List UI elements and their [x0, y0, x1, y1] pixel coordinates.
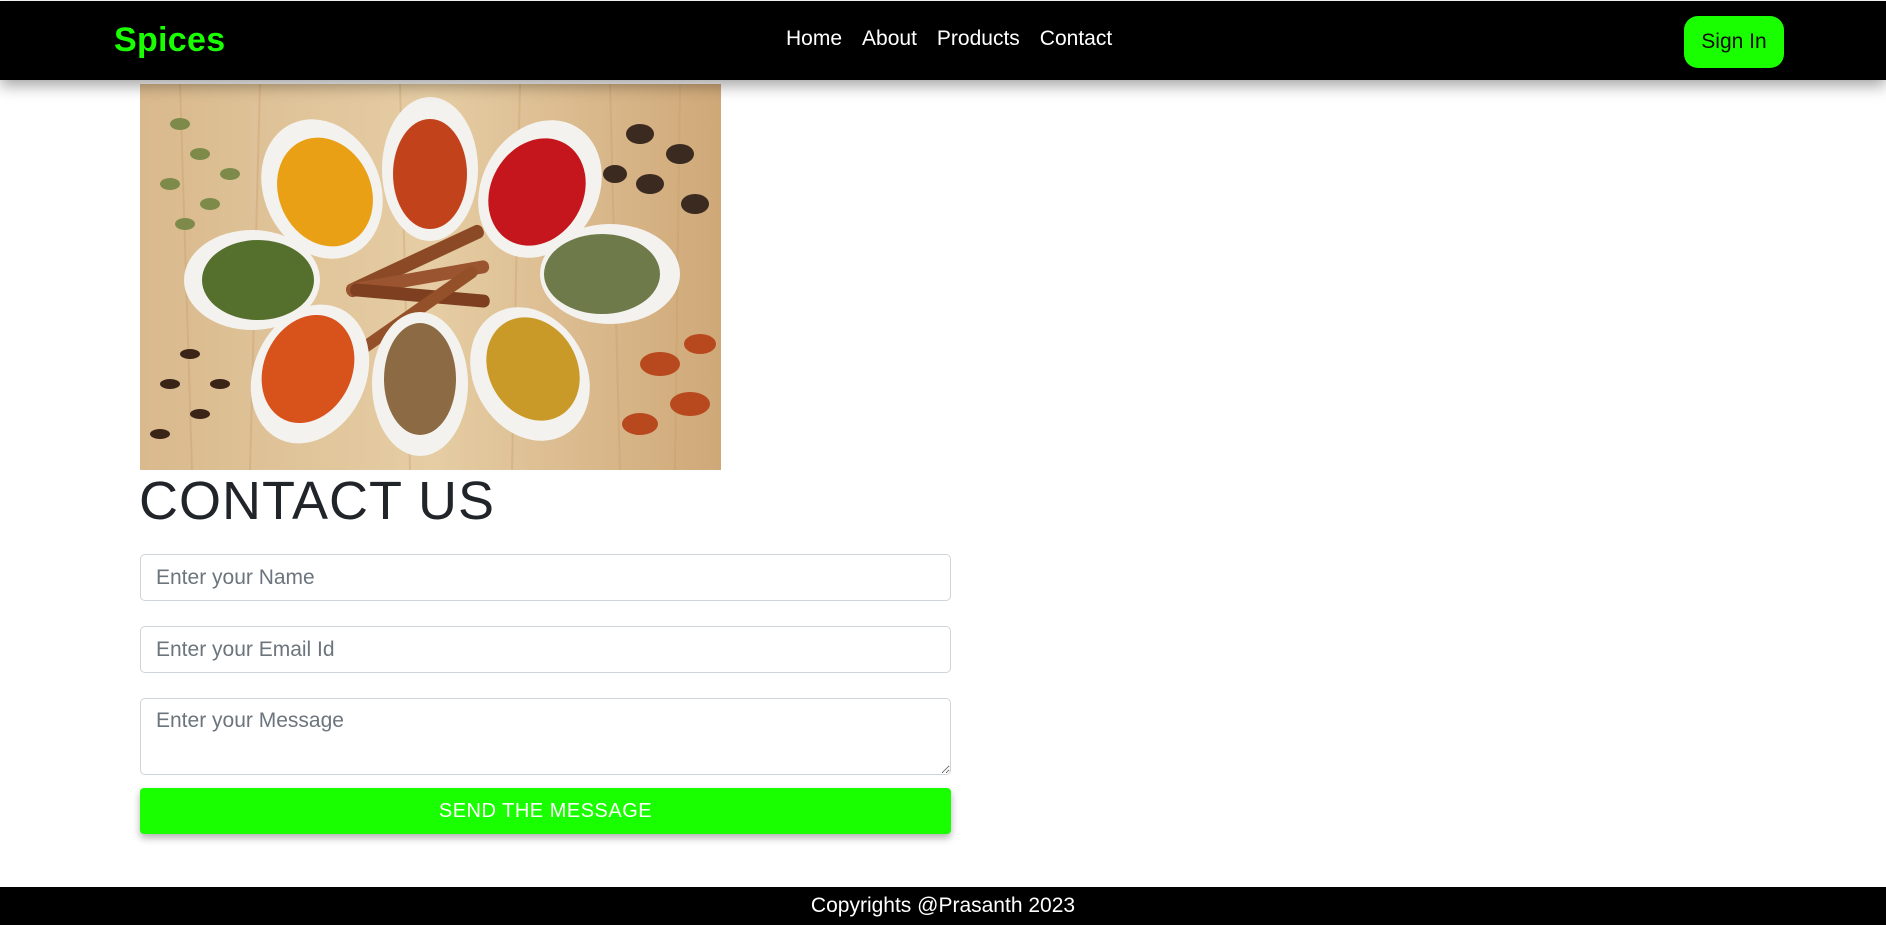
navbar: Spices Home About Products Contact Sign … — [0, 1, 1886, 80]
spices-image — [140, 84, 721, 470]
name-input[interactable] — [140, 554, 951, 601]
sign-in-button[interactable]: Sign In — [1684, 16, 1784, 68]
nav-link-about[interactable]: About — [862, 27, 917, 51]
contact-title: CONTACT US — [139, 471, 496, 531]
nav-link-home[interactable]: Home — [786, 27, 842, 51]
brand-logo[interactable]: Spices — [114, 21, 225, 60]
send-message-button[interactable]: SEND THE MESSAGE — [140, 788, 951, 834]
spices-illustration — [140, 84, 721, 470]
footer-copyright: Copyrights @Prasanth 2023 — [810, 894, 1076, 917]
nav-link-contact[interactable]: Contact — [1040, 27, 1112, 51]
message-textarea[interactable] — [140, 698, 951, 775]
nav-link-products[interactable]: Products — [937, 27, 1020, 51]
footer: Copyrights @Prasanth 2023 — [0, 887, 1886, 925]
email-input[interactable] — [140, 626, 951, 673]
nav-links: Home About Products Contact — [786, 27, 1112, 51]
